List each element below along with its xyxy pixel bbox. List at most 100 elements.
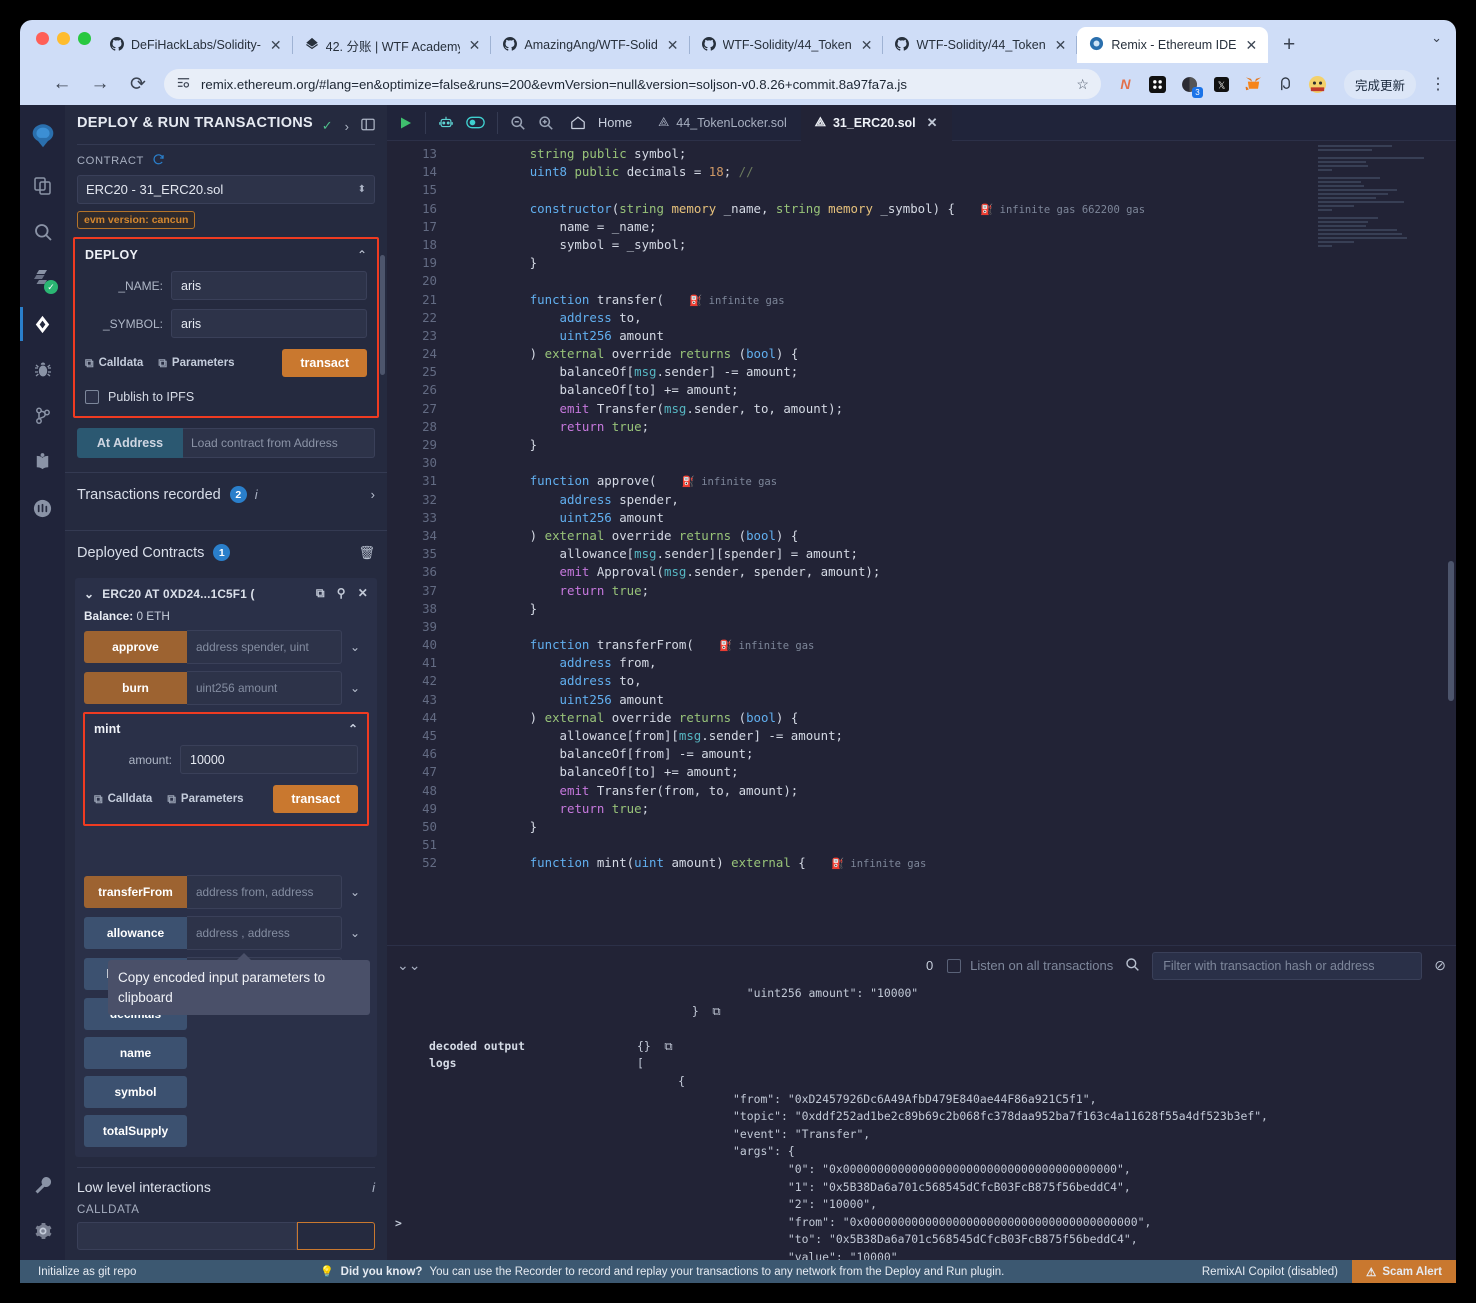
mint-amount-input[interactable]: 10000	[180, 745, 358, 774]
code-line[interactable]: uint8 public decimals = 18; //	[470, 163, 1456, 181]
code-line[interactable]: address to,	[470, 309, 1456, 327]
terminal-prompt[interactable]: >	[395, 1216, 402, 1230]
browser-tab-4[interactable]: WTF-Solidity/44_Token ✕	[883, 27, 1078, 63]
code-line[interactable]: }	[470, 254, 1456, 272]
mint-transact-button[interactable]: transact	[273, 785, 358, 813]
code-line[interactable]: balanceOf[to] += amount;	[470, 381, 1456, 399]
copy-icon[interactable]: ⧉	[316, 586, 325, 601]
code-line[interactable]: return true;	[470, 418, 1456, 436]
code-line[interactable]	[470, 272, 1456, 290]
editor-home-label[interactable]: Home	[598, 115, 632, 130]
code-line[interactable]: ) external override returns (bool) {	[470, 709, 1456, 727]
scam-alert-button[interactable]: ⚠ Scam Alert	[1352, 1260, 1456, 1283]
listen-checkbox[interactable]	[947, 958, 962, 973]
search-icon[interactable]	[20, 209, 65, 255]
mint-calldata-button[interactable]: ⧉ Calldata	[94, 792, 152, 807]
calldata-transact-button[interactable]	[297, 1222, 375, 1250]
git-init-button[interactable]: Initialize as git repo	[20, 1266, 136, 1278]
code-line[interactable]: balanceOf[to] += amount;	[470, 763, 1456, 781]
address-bar[interactable]: remix.ethereum.org/#lang=en&optimize=fal…	[164, 69, 1101, 99]
editor-minimap[interactable]	[1318, 145, 1438, 275]
forward-icon[interactable]: →	[88, 73, 112, 95]
listen-all-transactions-toggle[interactable]: Listen on all transactions	[947, 958, 1113, 973]
grid-icon[interactable]	[1147, 74, 1168, 95]
profile-icon[interactable]	[1307, 74, 1328, 95]
function-button-allowance[interactable]: allowance	[84, 917, 187, 949]
code-line[interactable]: address spender,	[470, 491, 1456, 509]
code-line[interactable]: }	[470, 436, 1456, 454]
code-line[interactable]: return true;	[470, 582, 1456, 600]
ban-icon[interactable]: ⊘	[1434, 957, 1446, 974]
code-line[interactable]: uint256 amount	[470, 509, 1456, 527]
function-button-approve[interactable]: approve	[84, 631, 187, 663]
panel-scrollbar[interactable]	[380, 255, 385, 375]
code-line[interactable]: emit Approval(msg.sender, spender, amoun…	[470, 563, 1456, 581]
minimize-window-button[interactable]	[57, 32, 70, 45]
code-line[interactable]: constructor(string memory _name, string …	[470, 200, 1456, 218]
code-line[interactable]	[470, 836, 1456, 854]
transaction-filter-input[interactable]: Filter with transaction hash or address	[1152, 951, 1423, 980]
code-editor[interactable]: 13 14 15 16 17 18 19 20 21 22 23 24 25 26 27 28 29 30 31 32…	[387, 141, 1456, 945]
file-explorer-icon[interactable]	[20, 163, 65, 209]
git-icon[interactable]	[20, 393, 65, 439]
chevron-up-icon[interactable]: ⌃	[348, 722, 358, 736]
function-button-burn[interactable]: burn	[84, 672, 187, 704]
code-line[interactable]	[470, 618, 1456, 636]
function-input-approve[interactable]: address spender, uint	[187, 630, 342, 664]
code-line[interactable]: name = _name;	[470, 218, 1456, 236]
chevron-down-icon[interactable]: ⌄	[84, 587, 94, 601]
back-icon[interactable]: ←	[50, 73, 74, 95]
code-line[interactable]: ) external override returns (bool) {	[470, 527, 1456, 545]
deploy-header[interactable]: DEPLOY ⌃	[85, 248, 367, 262]
code-line[interactable]: uint256 amount	[470, 691, 1456, 709]
code-line[interactable]: }	[470, 600, 1456, 618]
close-tab-icon[interactable]: ✕	[268, 38, 284, 52]
maximize-window-button[interactable]	[78, 32, 91, 45]
chevron-right-icon[interactable]: ›	[345, 119, 349, 134]
terminal-output[interactable]: "uint256 amount": "10000" } ⧉ decoded out…	[387, 985, 1456, 1260]
settings-gear-icon[interactable]	[20, 1208, 65, 1254]
code-line[interactable]: balanceOf[msg.sender] -= amount;	[470, 363, 1456, 381]
function-button-name[interactable]: name	[84, 1037, 187, 1069]
transactions-recorded-row[interactable]: Transactions recorded 2 i ›	[65, 473, 387, 516]
solidity-compiler-icon[interactable]: ✓	[20, 255, 65, 301]
info-icon[interactable]: i	[255, 487, 258, 502]
close-tab-icon[interactable]: ✕	[1243, 38, 1259, 52]
code-line[interactable]: uint256 amount	[470, 327, 1456, 345]
double-chevron-down-icon[interactable]: ⌄⌄	[397, 957, 428, 974]
pin-icon[interactable]: ⚲	[337, 586, 346, 601]
chevron-down-icon[interactable]: ⌄	[342, 885, 368, 899]
code-line[interactable]: function approve( ⛽ infinite gas	[470, 472, 1456, 490]
new-tab-button[interactable]: +	[1274, 30, 1304, 60]
code-line[interactable]: emit Transfer(msg.sender, to, amount);	[470, 400, 1456, 418]
code-line[interactable]: }	[470, 818, 1456, 836]
code-line[interactable]: ) external override returns (bool) {	[470, 345, 1456, 363]
info-icon[interactable]: i	[372, 1180, 375, 1195]
plugin-wrench-icon[interactable]	[20, 1162, 65, 1208]
mint-parameters-button[interactable]: ⧉ Parameters	[167, 792, 243, 807]
close-tab-icon[interactable]: ✕	[1053, 38, 1069, 52]
metamask-icon[interactable]	[1243, 74, 1264, 95]
function-input-transferFrom[interactable]: address from, address	[187, 875, 342, 909]
close-icon[interactable]: ✕	[927, 115, 938, 131]
code-line[interactable]: address to,	[470, 672, 1456, 690]
refresh-icon[interactable]	[152, 153, 165, 169]
x-icon[interactable]: 𝕏	[1211, 74, 1232, 95]
chevron-up-icon[interactable]: ⌃	[357, 248, 367, 262]
zoom-out-icon[interactable]	[510, 115, 526, 131]
code-line[interactable]: string public symbol;	[470, 145, 1456, 163]
editor-tab-44-tokenlocker[interactable]: ⟁ 44_TokenLocker.sol	[644, 105, 801, 141]
robot-icon[interactable]	[438, 115, 454, 131]
function-button-totalSupply[interactable]: totalSupply	[84, 1115, 187, 1147]
keplr-icon[interactable]	[1275, 74, 1296, 95]
bookmark-star-icon[interactable]: ☆	[1076, 76, 1089, 93]
code-lines[interactable]: string public symbol; uint8 public decim…	[450, 141, 1456, 945]
deploy-name-input[interactable]: aris	[171, 271, 367, 300]
code-line[interactable]: function mint(uint amount) external { ⛽ …	[470, 854, 1456, 872]
close-icon[interactable]: ✕	[358, 586, 368, 601]
code-line[interactable]	[470, 181, 1456, 199]
code-line[interactable]	[470, 454, 1456, 472]
chevron-down-icon[interactable]: ⌄	[342, 640, 368, 654]
check-icon[interactable]: ✓	[322, 118, 333, 134]
remixai-copilot-status[interactable]: RemixAI Copilot (disabled)	[1188, 1266, 1352, 1278]
